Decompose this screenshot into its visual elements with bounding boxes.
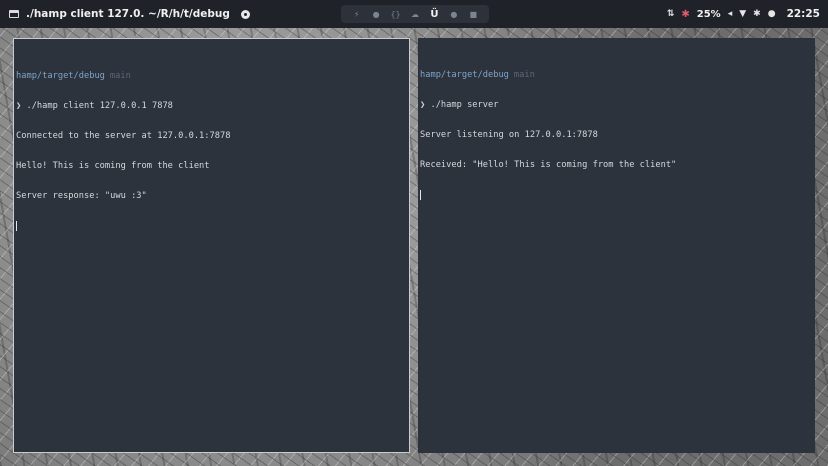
text-cursor — [16, 221, 17, 231]
prompt-symbol: ❯ — [420, 100, 426, 110]
clock[interactable]: 22:25 — [787, 8, 820, 20]
prompt-symbol: ❯ — [16, 101, 22, 111]
workspace-1-icon[interactable]: ⚡ — [351, 8, 363, 20]
window-title-text: ./hamp client 127.0. ~/R/h/t/debug — [26, 8, 230, 20]
workspace-2-icon[interactable]: ● — [370, 8, 382, 20]
system-tray: ⇅ ✱ 25% ◂ ▼ ✱ ● 22:25 — [667, 0, 820, 28]
git-branch: main — [513, 70, 535, 80]
workspace-switcher: ⚡ ● {} ☁ Ü ● ■ — [341, 5, 489, 23]
wifi-icon[interactable]: ▼ — [739, 9, 746, 19]
bluetooth-icon[interactable]: ✱ — [753, 9, 761, 19]
prompt-path-line: hamp/target/debug main — [420, 70, 815, 80]
input-line[interactable] — [16, 221, 409, 231]
output-line: Connected to the server at 127.0.0.1:787… — [16, 131, 231, 141]
close-window-icon[interactable] — [240, 9, 250, 19]
command-text: ./hamp server — [430, 100, 499, 110]
workspace-7-icon[interactable]: ■ — [467, 8, 479, 20]
command-text: ./hamp client 127.0.0.1 7878 — [26, 101, 173, 111]
output-line: Server listening on 127.0.0.1:7878 — [420, 130, 598, 140]
text-cursor — [420, 190, 421, 200]
workspace-3-icon[interactable]: {} — [390, 8, 402, 20]
cwd-path: hamp/target/debug — [420, 70, 509, 80]
workspace-6-icon[interactable]: ● — [448, 8, 460, 20]
power-icon[interactable]: ● — [768, 9, 776, 19]
workspace-4-icon[interactable]: ☁ — [409, 8, 421, 20]
terminal-server[interactable]: hamp/target/debug main ❯ ./hamp server Se… — [418, 38, 815, 453]
input-line[interactable] — [420, 190, 815, 200]
top-bar: ./hamp client 127.0. ~/R/h/t/debug ⚡ ● {… — [0, 0, 828, 28]
volume-icon[interactable]: ◂ — [728, 9, 733, 19]
command-line: ❯ ./hamp server — [420, 100, 815, 110]
prompt-path-line: hamp/target/debug main — [16, 71, 409, 81]
output-line: Server response: "uwu :3" — [16, 191, 147, 201]
output-line: Hello! This is coming from the client — [16, 161, 210, 171]
battery-percent: 25% — [696, 8, 721, 20]
git-branch: main — [109, 71, 131, 81]
terminal-icon — [9, 10, 19, 18]
command-line: ❯ ./hamp client 127.0.0.1 7878 — [16, 101, 409, 111]
battery-icon[interactable]: ✱ — [681, 9, 689, 20]
active-window-title: ./hamp client 127.0. ~/R/h/t/debug — [9, 0, 250, 28]
output-line: Received: "Hello! This is coming from th… — [420, 160, 677, 170]
cwd-path: hamp/target/debug — [16, 71, 105, 81]
network-speed-icon[interactable]: ⇅ — [667, 9, 675, 19]
workspace-5-active[interactable]: Ü — [428, 8, 440, 20]
terminal-client[interactable]: hamp/target/debug main ❯ ./hamp client 12… — [13, 38, 410, 453]
